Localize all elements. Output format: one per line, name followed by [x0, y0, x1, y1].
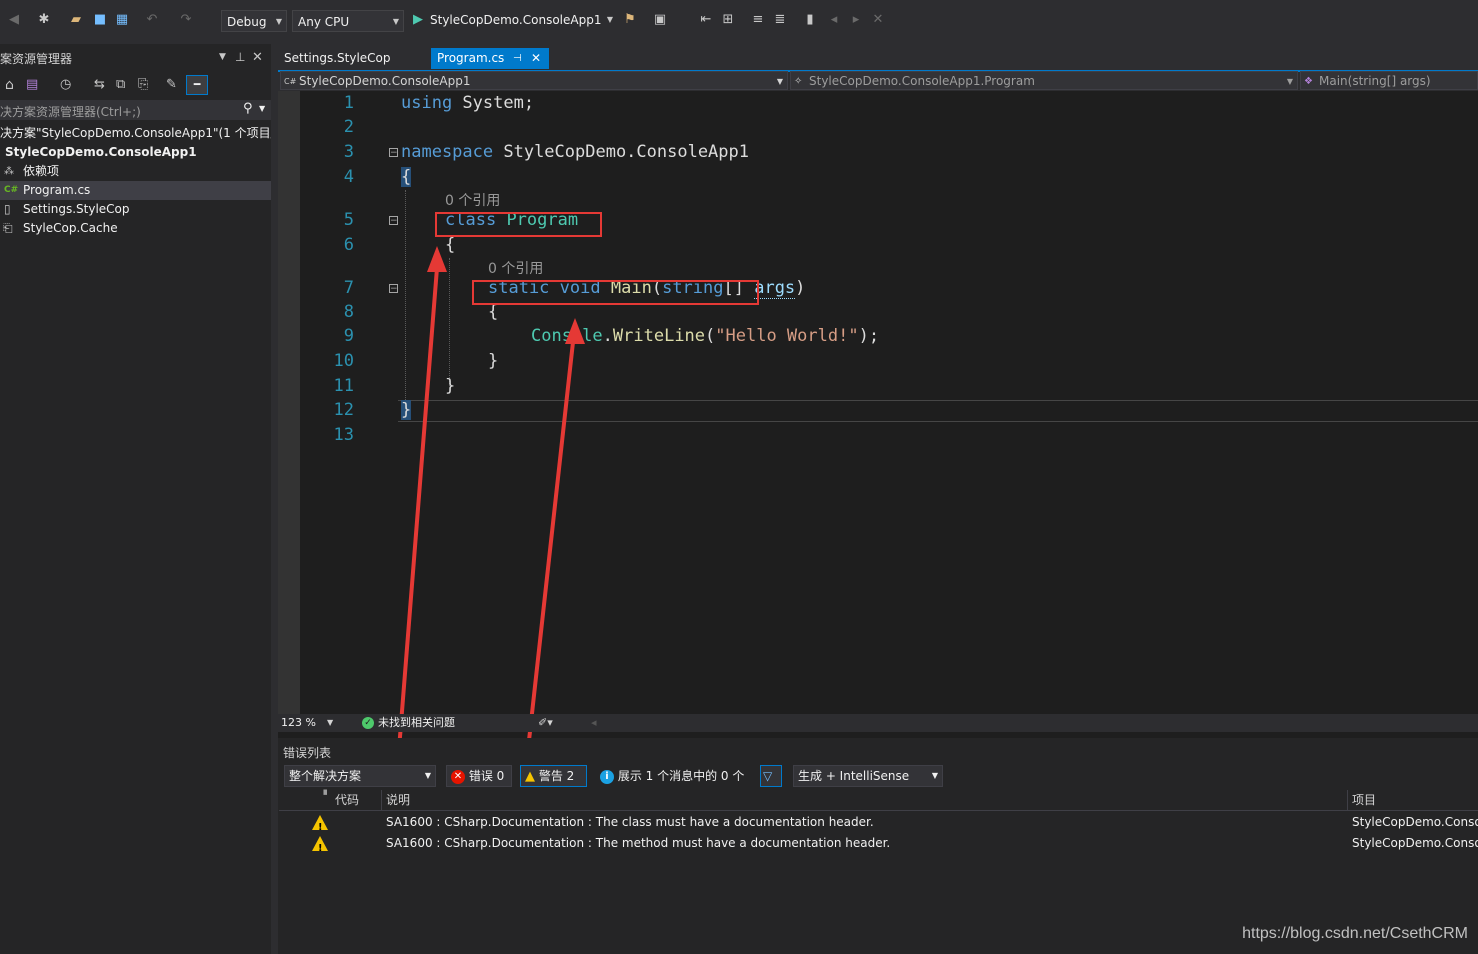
source-select[interactable]: 生成 + IntelliSense ▼ — [793, 765, 943, 787]
scope-value: 整个解决方案 — [289, 769, 362, 783]
filter-toggle-button[interactable]: ▽ — [760, 765, 782, 787]
editor-status-bar: 123 % ▼ ✓ 未找到相关问题 ✐▾ ◂ — [278, 714, 1478, 732]
errors-filter-button[interactable]: ✕ 错误 0 — [446, 765, 512, 787]
scope-select[interactable]: 整个解决方案 ▼ — [284, 765, 436, 787]
errors-count: 错误 0 — [468, 769, 505, 783]
sort-icon[interactable]: ▝ — [320, 786, 327, 806]
error-list-header: ▝ 代码 说明 项目 — [279, 790, 1478, 811]
source-value: 生成 + IntelliSense — [798, 769, 910, 783]
error-icon: ✕ — [451, 769, 465, 784]
column-description[interactable]: 说明 — [386, 790, 410, 810]
row-project: StyleCopDemo.Conso — [1352, 815, 1478, 829]
warning-icon — [312, 836, 328, 859]
watermark: https://blog.csdn.net/CsethCRM — [1242, 925, 1468, 942]
info-icon: i — [600, 769, 614, 784]
error-list-title: 错误列表 — [283, 746, 332, 760]
annotation-arrowhead-class — [427, 246, 447, 272]
row-description: SA1600 : CSharp.Documentation : The meth… — [386, 836, 891, 850]
filter-icon: ▽ — [763, 769, 773, 783]
messages-filter-button[interactable]: i 展示 1 个消息中的 0 个 — [595, 765, 753, 787]
check-icon: ✓ — [362, 717, 374, 729]
row-project: StyleCopDemo.Conso — [1352, 836, 1478, 850]
column-divider — [1347, 790, 1348, 810]
column-code[interactable]: 代码 — [335, 790, 359, 810]
zoom-level[interactable]: 123 % — [281, 714, 316, 732]
warning-icon: ▲ — [525, 769, 535, 784]
chevron-down-icon: ▼ — [424, 771, 431, 780]
table-row[interactable]: SA1600 : CSharp.Documentation : The meth… — [279, 833, 1478, 859]
row-description: SA1600 : CSharp.Documentation : The clas… — [386, 815, 874, 829]
issues-status[interactable]: 未找到相关问题 — [378, 714, 455, 732]
warning-icon — [312, 815, 328, 838]
column-divider — [381, 790, 382, 810]
annotation-arrowhead-method — [565, 318, 585, 344]
chevron-down-icon: ▼ — [931, 771, 938, 780]
zoom-dropdown-icon[interactable]: ▼ — [327, 714, 333, 732]
messages-count: 展示 1 个消息中的 0 个 — [617, 769, 745, 783]
column-project[interactable]: 项目 — [1352, 790, 1376, 810]
warnings-filter-button[interactable]: ▲ 警告 2 — [520, 765, 587, 787]
scroll-left-icon[interactable]: ◂ — [591, 714, 597, 732]
table-row[interactable]: SA1600 : CSharp.Documentation : The clas… — [279, 812, 1478, 838]
warnings-count: 警告 2 — [538, 769, 575, 783]
cleanup-icon[interactable]: ✐▾ — [538, 714, 553, 732]
